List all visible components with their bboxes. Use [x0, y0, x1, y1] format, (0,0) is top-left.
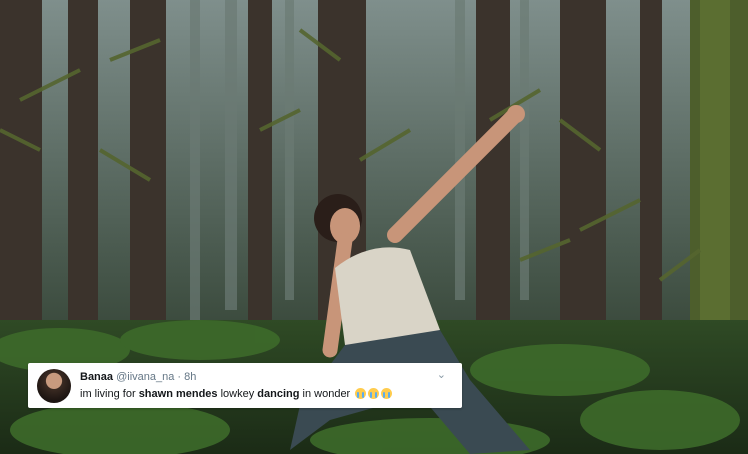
highlight-shawn-mendes: shawn mendes: [138, 388, 218, 400]
timestamp[interactable]: 8h: [184, 371, 196, 383]
avatar[interactable]: [37, 369, 71, 403]
chevron-down-icon[interactable]: ⌄: [437, 369, 446, 381]
crying-face-icon: [368, 388, 380, 399]
tweet-header: Banaa @iivana_na · 8h: [80, 371, 196, 384]
tweet-text: im living for shawn mendes lowkey dancin…: [80, 387, 393, 401]
tweet-card[interactable]: Banaa @iivana_na · 8h ⌄ im living for sh…: [28, 363, 462, 408]
display-name[interactable]: Banaa: [80, 371, 113, 383]
text-before: im living for: [80, 388, 139, 400]
text-after: in wonder: [299, 388, 351, 400]
crying-face-icon: [355, 388, 367, 399]
handle[interactable]: @iivana_na: [116, 371, 174, 383]
separator: ·: [177, 371, 182, 383]
highlight-dancing: dancing: [257, 388, 300, 400]
text-middle: lowkey: [217, 388, 258, 400]
crying-face-icon: [381, 388, 393, 399]
